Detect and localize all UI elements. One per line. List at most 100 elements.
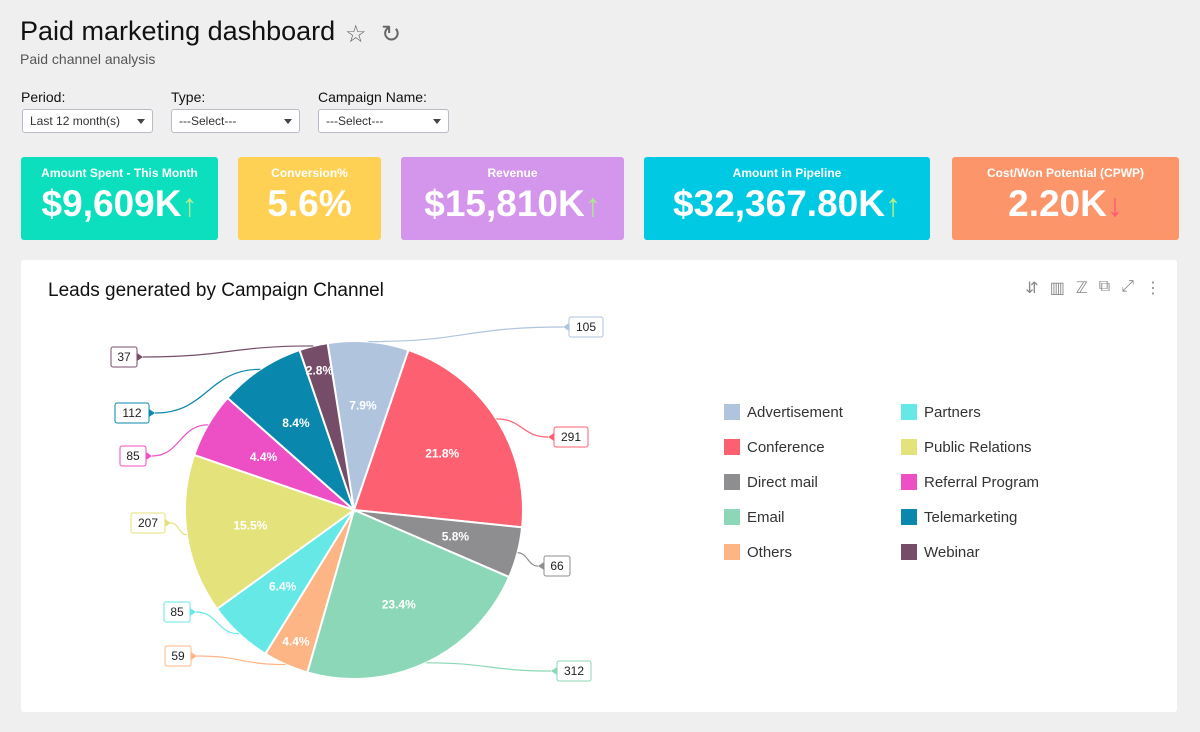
callout-pointer xyxy=(149,409,155,417)
legend-swatch xyxy=(724,404,740,420)
legend-label: Webinar xyxy=(924,543,980,561)
legend-swatch xyxy=(724,474,740,490)
slice-percent-label: 8.4% xyxy=(282,416,310,430)
chevron-down-icon xyxy=(284,119,292,124)
callout-pointer xyxy=(538,562,544,570)
legend-item[interactable]: Advertisement xyxy=(724,403,901,421)
legend-swatch xyxy=(901,509,917,525)
type-select[interactable]: ---Select--- xyxy=(171,109,300,133)
slice-percent-label: 5.8% xyxy=(442,529,470,543)
trend-up-icon: ↑ xyxy=(584,187,601,223)
legend-swatch xyxy=(901,404,917,420)
callout-value: 85 xyxy=(170,605,184,619)
legend-swatch xyxy=(724,439,740,455)
callout-pointer xyxy=(191,652,197,660)
slice-percent-label: 7.9% xyxy=(349,399,377,413)
campaign-name-value: ---Select--- xyxy=(326,114,384,128)
chevron-down-icon xyxy=(137,119,145,124)
legend-label: Referral Program xyxy=(924,473,1040,491)
page-subtitle: Paid channel analysis xyxy=(20,51,156,67)
callout-pointer xyxy=(551,667,557,675)
kpi-card[interactable]: Conversion% 5.6% xyxy=(238,157,381,240)
legend-label: Partners xyxy=(924,403,981,421)
trend-up-icon: ↑ xyxy=(884,187,901,223)
callout-line xyxy=(517,552,539,567)
kpi-label: Amount Spent - This Month xyxy=(41,166,198,180)
trend-up-icon: ↑ xyxy=(181,187,198,223)
chart-legend: Advertisement Partners Conference Public Re… xyxy=(724,403,1061,561)
star-icon[interactable]: ☆ xyxy=(345,20,367,49)
slice-percent-label: 23.4% xyxy=(382,598,416,612)
kpi-value: $15,810K xyxy=(424,183,585,224)
legend-label: Email xyxy=(747,508,785,526)
legend-item[interactable]: Email xyxy=(724,508,901,526)
callout-value: 291 xyxy=(561,430,581,444)
callout-value: 85 xyxy=(126,449,140,463)
kpi-value: 5.6% xyxy=(267,183,352,224)
legend-item[interactable]: Conference xyxy=(724,438,901,456)
legend-swatch xyxy=(724,509,740,525)
legend-label: Public Relations xyxy=(924,438,1032,456)
kpi-label: Amount in Pipeline xyxy=(732,166,842,180)
legend-label: Conference xyxy=(747,438,825,456)
legend-swatch xyxy=(901,544,917,560)
legend-label: Advertisement xyxy=(747,403,843,421)
callout-pointer xyxy=(563,323,569,331)
legend-item[interactable]: Public Relations xyxy=(901,438,1061,456)
callout-line xyxy=(426,662,552,672)
chevron-down-icon xyxy=(433,119,441,124)
legend-item[interactable]: Others xyxy=(724,543,901,561)
callout-pointer xyxy=(548,433,554,441)
callout-value: 105 xyxy=(576,320,596,334)
type-value: ---Select--- xyxy=(179,114,237,128)
period-label: Period: xyxy=(21,89,66,105)
legend-item[interactable]: Webinar xyxy=(901,543,1061,561)
callout-pointer xyxy=(190,608,196,616)
chart-panel: Leads generated by Campaign Channel ⇵ ▥ … xyxy=(21,260,1177,712)
kpi-card[interactable]: Cost/Won Potential (CPWP) 2.20K↓ xyxy=(952,157,1179,240)
callout-pointer xyxy=(137,353,143,361)
slice-percent-label: 6.4% xyxy=(269,580,297,594)
slice-percent-label: 4.4% xyxy=(282,634,310,648)
kpi-label: Conversion% xyxy=(271,166,348,180)
slice-percent-label: 21.8% xyxy=(425,446,459,460)
legend-item[interactable]: Telemarketing xyxy=(901,508,1061,526)
slice-percent-label: 4.4% xyxy=(250,450,278,464)
kpi-value: 2.20K xyxy=(1008,183,1107,224)
callout-pointer xyxy=(165,519,171,527)
kpi-label: Revenue xyxy=(487,166,538,180)
legend-label: Telemarketing xyxy=(924,508,1018,526)
legend-label: Others xyxy=(747,543,793,561)
callout-value: 312 xyxy=(564,664,584,678)
period-value: Last 12 month(s) xyxy=(30,114,121,128)
callout-value: 112 xyxy=(122,406,141,420)
slice-percent-label: 15.5% xyxy=(233,518,267,532)
legend-swatch xyxy=(724,544,740,560)
legend-item[interactable]: Referral Program xyxy=(901,473,1061,491)
campaign-name-select[interactable]: ---Select--- xyxy=(318,109,449,133)
kpi-label: Cost/Won Potential (CPWP) xyxy=(986,166,1145,180)
page-title: Paid marketing dashboard xyxy=(20,16,336,46)
kpi-value: $32,367.80K xyxy=(673,183,885,224)
refresh-icon[interactable]: ↻ xyxy=(381,20,401,49)
type-label: Type: xyxy=(171,89,206,105)
kpi-card[interactable]: Amount Spent - This Month $9,609K↑ xyxy=(21,157,218,240)
kpi-card[interactable]: Amount in Pipeline $32,367.80K↑ xyxy=(644,157,930,240)
callout-value: 66 xyxy=(550,559,564,573)
callout-pointer xyxy=(146,452,152,460)
campaign-name-label: Campaign Name: xyxy=(318,89,427,105)
callout-value: 207 xyxy=(138,516,158,530)
legend-swatch xyxy=(901,474,917,490)
callout-value: 37 xyxy=(117,350,131,364)
callout-line xyxy=(170,522,187,536)
kpi-card[interactable]: Revenue $15,810K↑ xyxy=(401,157,624,240)
legend-item[interactable]: Partners xyxy=(901,403,1061,421)
callout-line xyxy=(368,326,564,343)
kpi-value: $9,609K xyxy=(41,183,182,224)
trend-down-icon: ↓ xyxy=(1106,187,1123,223)
slice-percent-label: 2.8% xyxy=(306,364,334,378)
period-select[interactable]: Last 12 month(s) xyxy=(22,109,153,133)
callout-value: 59 xyxy=(171,649,185,663)
legend-label: Direct mail xyxy=(747,473,818,491)
legend-item[interactable]: Direct mail xyxy=(724,473,901,491)
